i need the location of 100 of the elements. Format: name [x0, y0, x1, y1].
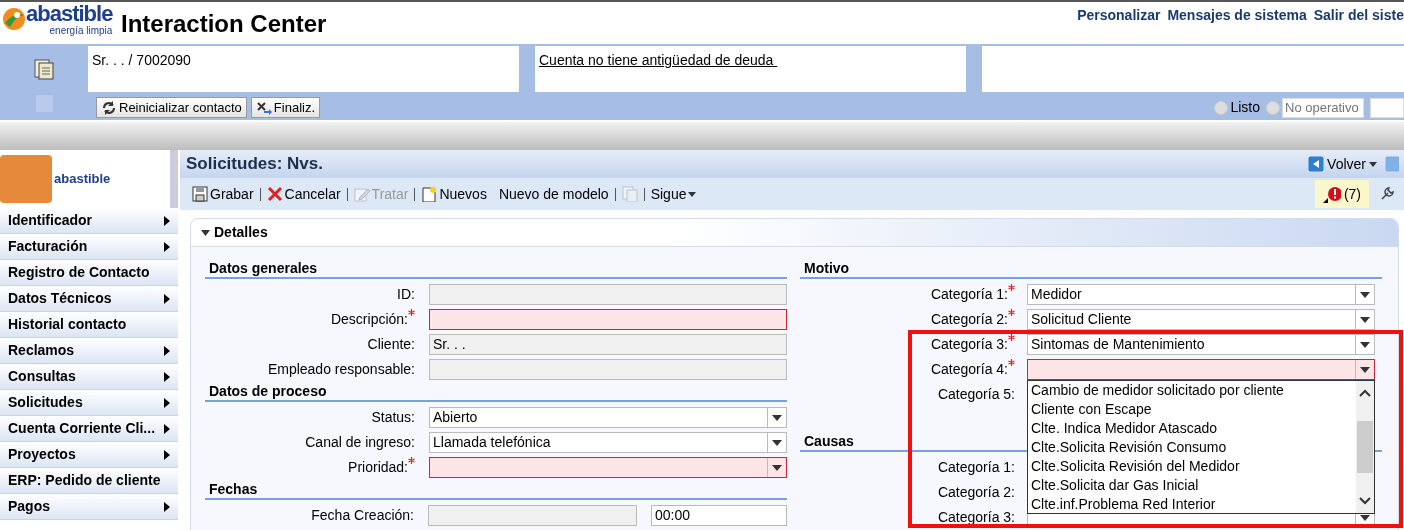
input-field[interactable]: [429, 309, 787, 330]
dropdown-arrow-icon: [1360, 366, 1370, 373]
sidebar-item[interactable]: Pagos: [0, 494, 178, 520]
sidebar-item[interactable]: Consultas: [0, 364, 178, 390]
document-icon: [421, 186, 438, 202]
field-label: Categoría 2:: [800, 309, 1015, 330]
sidebar-item[interactable]: Registro de Contacto: [0, 260, 178, 286]
header-link[interactable]: Personalizar: [1077, 5, 1161, 26]
dropdown-field[interactable]: Solicitud Cliente: [1027, 309, 1375, 330]
app-title: Interaction Center: [121, 9, 327, 39]
wrench-icon[interactable]: [1379, 186, 1395, 202]
section-heading: Fechas: [205, 480, 787, 500]
field-label: Categoría 1:: [800, 284, 1015, 305]
save-icon: [192, 186, 208, 202]
logo-icon: [2, 6, 26, 32]
header-link[interactable]: Salir del siste: [1313, 5, 1404, 26]
dropdown-option[interactable]: Clte.Solicita Revisión Consumo: [1028, 438, 1356, 457]
back-icon: [1308, 156, 1325, 172]
cancel-button[interactable]: Cancelar: [260, 183, 347, 205]
scroll-down-icon[interactable]: [1359, 497, 1371, 505]
sidebar-item[interactable]: Datos Técnicos: [0, 286, 178, 312]
status-field[interactable]: No operativo: [1282, 97, 1364, 118]
dropdown-arrow-icon: [1360, 316, 1370, 323]
dropdown-option[interactable]: Cliente con Escape: [1028, 400, 1356, 419]
reset-button[interactable]: Reinicializar contacto: [96, 97, 247, 118]
photo-placeholder: [0, 155, 52, 203]
logo-text: abastible: [54, 170, 111, 189]
dropdown-option[interactable]: Clte.Solicita dar Gas Inicial: [1028, 476, 1356, 495]
save-button[interactable]: Grabar: [186, 183, 260, 205]
field-label: Empleado responsable:: [266, 360, 415, 379]
panel-header[interactable]: Detalles: [191, 219, 1398, 247]
field-label: Categoría 4:: [800, 359, 1015, 380]
field-label: Categoría 3:: [936, 508, 1015, 527]
field-label: Status:: [370, 408, 415, 427]
dropdown-field[interactable]: [1027, 359, 1375, 380]
section-heading: Datos generales: [205, 259, 787, 279]
dropdown-field[interactable]: Llamada telefónica: [429, 432, 787, 453]
status-field[interactable]: [1370, 97, 1404, 118]
dropdown-arrow-icon: [1360, 341, 1370, 348]
scroll-up-icon[interactable]: [1359, 389, 1371, 397]
sidebar-item[interactable]: Identificador: [0, 208, 178, 234]
header-link[interactable]: Mensajes de sistema: [1167, 5, 1307, 26]
field-label: Descripción:: [205, 309, 415, 330]
end-icon: [255, 99, 272, 116]
dropdown-option[interactable]: Clte. Indica Medidor Atascado: [1028, 419, 1356, 438]
logo-tagline: energía limpia: [48, 26, 113, 36]
dropdown-arrow-icon: [1360, 291, 1370, 298]
refresh-icon: [101, 99, 117, 116]
sidebar-item[interactable]: ERP: Pedido de cliente: [0, 468, 178, 494]
dropdown-field[interactable]: Medidor: [1027, 284, 1375, 305]
section-heading: Datos de proceso: [205, 382, 787, 402]
field-label: ID:: [396, 285, 415, 304]
dropdown-field[interactable]: Abierto: [429, 407, 787, 428]
time-field[interactable]: 00:00: [651, 505, 787, 526]
radio-button[interactable]: [1266, 100, 1280, 115]
dropdown-field[interactable]: Sintomas de Mantenimiento: [1027, 334, 1375, 355]
radio-button[interactable]: [1214, 100, 1229, 115]
pencil-icon: [353, 186, 370, 202]
field-label: Cliente:: [366, 335, 415, 354]
sidebar-item[interactable]: Cuenta Corriente Cli...: [0, 416, 178, 442]
copy-icon: [621, 186, 638, 202]
close-icon: [266, 186, 283, 202]
error-icon: [1322, 185, 1341, 203]
sidebar-item[interactable]: Facturación: [0, 234, 178, 260]
new-button[interactable]: Nuevos: [415, 183, 493, 205]
page-title: Solicitudes: Nvs.: [186, 153, 323, 176]
dropdown-field[interactable]: [429, 457, 787, 478]
template-button[interactable]: Nuevo de modelo: [492, 183, 615, 205]
field-label: Categoría 1:: [936, 458, 1015, 477]
alert-link[interactable]: Cuenta no tiene antigüedad de deuda: [539, 52, 778, 68]
field-label: Fecha Creación:: [310, 506, 414, 525]
caret-icon: [1369, 161, 1377, 167]
logo-text: abastible: [26, 2, 113, 26]
input-field[interactable]: [429, 359, 787, 380]
input-field[interactable]: [429, 284, 787, 305]
more-button[interactable]: Sigue: [644, 183, 703, 205]
caret-icon: [688, 190, 697, 198]
contact-box: Sr. . . / 7002090: [88, 46, 519, 92]
sidebar-item[interactable]: Historial contacto: [0, 312, 178, 338]
field-label: Categoría 3:: [800, 334, 1015, 355]
back-button[interactable]: Volver: [1308, 153, 1377, 175]
sidebar-item[interactable]: Reclamos: [0, 338, 178, 364]
messages-indicator[interactable]: (7): [1314, 180, 1369, 208]
date-field[interactable]: [428, 505, 637, 526]
input-field[interactable]: Sr. . .: [429, 334, 787, 355]
sidebar-item[interactable]: Proyectos: [0, 442, 178, 468]
dropdown-option[interactable]: Clte.inf.Problema Red Interior: [1028, 495, 1356, 514]
field-label: Categoría 2:: [936, 483, 1015, 502]
end-button[interactable]: Finaliz.: [250, 97, 321, 118]
dropdown-option[interactable]: Clte.Solicita Revisión del Medidor: [1028, 457, 1356, 476]
collapse-caret-icon: [201, 228, 210, 237]
dropdown-option[interactable]: Cambio de medidor solicitado por cliente: [1028, 381, 1356, 400]
field-label: Categoría 5:: [936, 385, 1015, 404]
scrollbar[interactable]: [1356, 381, 1374, 513]
dropdown-arrow-icon: [772, 414, 782, 421]
field-label: Canal de ingreso:: [304, 433, 415, 452]
dropdown-arrow-icon: [772, 439, 782, 446]
sidebar-item[interactable]: Solicitudes: [0, 390, 178, 416]
dropdown-arrow-icon: [772, 464, 782, 471]
clipboard-icon[interactable]: [33, 58, 55, 80]
